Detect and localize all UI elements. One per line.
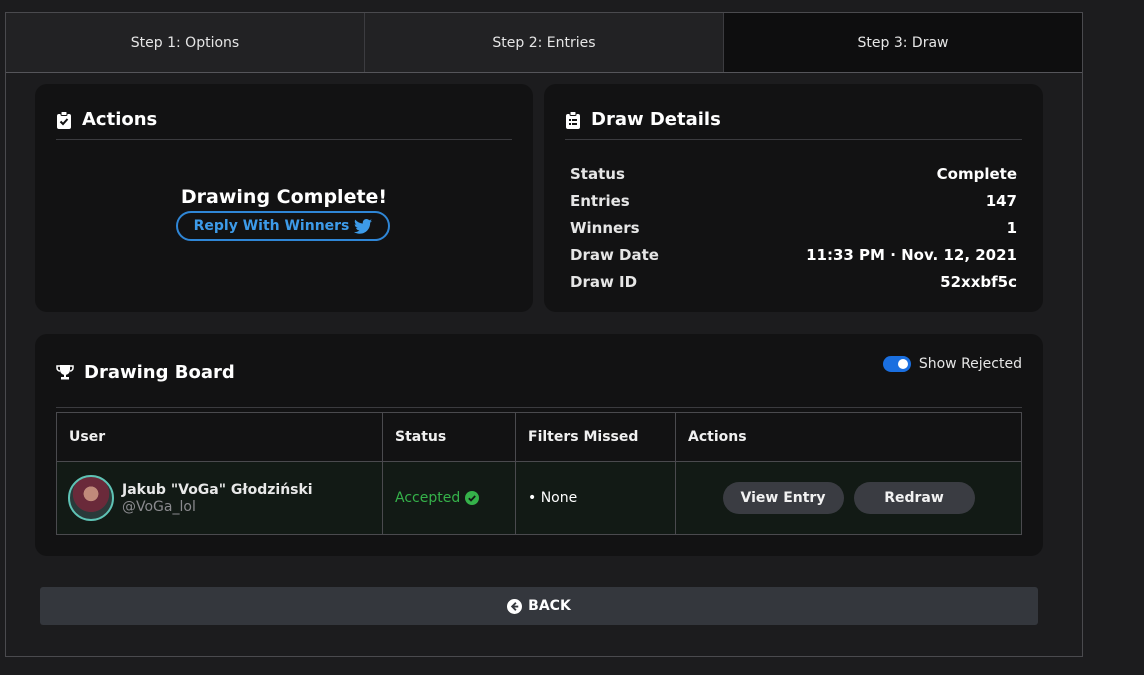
table-row: Jakub "VoGa" Głodziński @VoGa_lol Accept…: [56, 461, 1022, 535]
detail-key: Draw ID: [570, 272, 638, 291]
table-header-row: User Status Filters Missed Actions: [56, 412, 1022, 462]
detail-key: Draw Date: [570, 245, 659, 264]
draw-details-card: Draw Details Status Complete Entries 147…: [544, 84, 1043, 312]
view-entry-button[interactable]: View Entry: [722, 482, 844, 514]
back-label: BACK: [528, 598, 571, 614]
check-circle-icon: [465, 491, 480, 505]
detail-value: 11:33 PM · Nov. 12, 2021: [806, 245, 1017, 264]
drawing-board-header: Drawing Board: [56, 350, 1022, 408]
show-rejected-label: Show Rejected: [918, 356, 1022, 372]
status-badge: Accepted: [395, 490, 480, 506]
detail-row-draw-date: Draw Date 11:33 PM · Nov. 12, 2021: [570, 241, 1017, 268]
actions-card: Actions Drawing Complete! Reply With Win…: [35, 84, 533, 312]
draw-details-header: Draw Details: [565, 100, 1022, 140]
detail-row-entries: Entries 147: [570, 187, 1017, 214]
user-name[interactable]: Jakub "VoGa" Głodziński: [122, 482, 313, 498]
status-text: Accepted: [395, 490, 461, 506]
tab-step-1-options[interactable]: Step 1: Options: [6, 13, 365, 72]
show-rejected-toggle[interactable]: [882, 356, 911, 372]
detail-row-status: Status Complete: [570, 160, 1017, 187]
actions-header: Actions: [56, 100, 512, 140]
column-header-user: User: [56, 412, 383, 462]
drawing-board-title: Drawing Board: [84, 362, 235, 383]
clipboard-list-icon: [565, 110, 583, 129]
tab-step-3-draw[interactable]: Step 3: Draw: [724, 13, 1082, 72]
twitter-bird-icon: [354, 218, 373, 234]
column-header-status: Status: [382, 412, 516, 462]
avatar[interactable]: [68, 475, 114, 521]
detail-key: Status: [570, 164, 625, 183]
actions-cell: View Entry Redraw: [675, 461, 1022, 535]
actions-title: Actions: [82, 109, 158, 130]
filters-missed-cell: • None: [515, 461, 676, 535]
redraw-button[interactable]: Redraw: [853, 482, 975, 514]
back-button[interactable]: BACK: [40, 587, 1038, 625]
drawing-complete-text: Drawing Complete!: [180, 186, 388, 208]
detail-value: Complete: [936, 164, 1017, 183]
status-cell: Accepted: [382, 461, 516, 535]
detail-value: 1: [1006, 218, 1017, 237]
entries-table: User Status Filters Missed Actions Jakub…: [56, 412, 1022, 535]
user-handle[interactable]: @VoGa_lol: [122, 499, 313, 515]
draw-details-list: Status Complete Entries 147 Winners 1 Dr…: [570, 160, 1017, 295]
tab-step-2-entries[interactable]: Step 2: Entries: [365, 13, 724, 72]
step-tabs: Step 1: Options Step 2: Entries Step 3: …: [6, 13, 1082, 73]
user-cell: Jakub "VoGa" Głodziński @VoGa_lol: [56, 461, 383, 535]
drawing-board-card: Drawing Board Show Rejected User Status …: [35, 334, 1043, 556]
column-header-actions: Actions: [675, 412, 1022, 462]
column-header-filters-missed: Filters Missed: [515, 412, 676, 462]
arrow-circle-left-icon: [507, 598, 523, 614]
reply-with-winners-button[interactable]: Reply With Winners: [176, 211, 390, 241]
draw-details-title: Draw Details: [591, 109, 721, 130]
trophy-icon: [56, 364, 74, 382]
detail-row-winners: Winners 1: [570, 214, 1017, 241]
detail-key: Winners: [570, 218, 640, 237]
reply-label: Reply With Winners: [193, 218, 350, 234]
detail-key: Entries: [570, 191, 630, 210]
clipboard-check-icon: [56, 110, 74, 129]
detail-row-draw-id: Draw ID 52xxbf5c: [570, 268, 1017, 295]
detail-value: 52xxbf5c: [940, 272, 1017, 291]
detail-value: 147: [985, 191, 1017, 210]
show-rejected-control: Show Rejected: [882, 356, 1022, 372]
